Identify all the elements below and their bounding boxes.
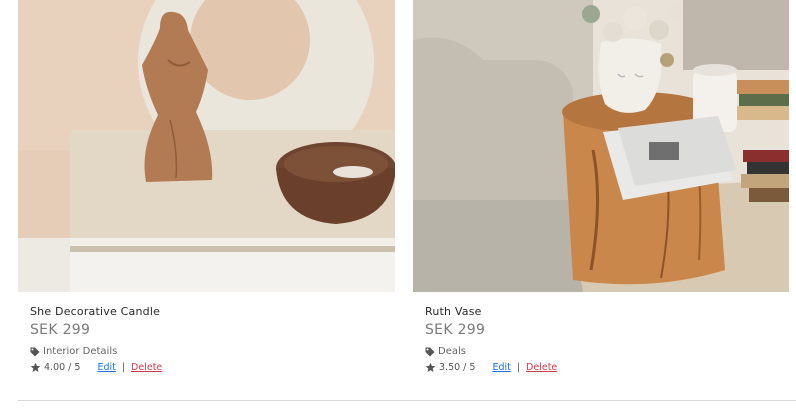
rating-value: 3.50 / 5 xyxy=(439,362,476,373)
category-label[interactable]: Interior Details xyxy=(43,346,117,357)
category-label[interactable]: Deals xyxy=(438,346,466,357)
tag-icon xyxy=(30,347,40,357)
edit-link[interactable]: Edit xyxy=(97,362,115,373)
link-separator: | xyxy=(121,362,126,373)
tag-icon xyxy=(425,347,435,357)
divider xyxy=(18,400,796,401)
delete-link[interactable]: Delete xyxy=(526,362,557,373)
product-card: She Decorative Candle SEK 299 Interior D… xyxy=(18,0,395,400)
edit-link[interactable]: Edit xyxy=(492,362,510,373)
star-icon xyxy=(425,362,436,373)
link-separator: | xyxy=(516,362,521,373)
product-price: SEK 299 xyxy=(425,322,486,338)
candle-photo xyxy=(18,0,395,292)
product-category: Deals xyxy=(425,346,789,357)
product-actions: 3.50 / 5 Edit | Delete xyxy=(425,362,789,373)
rating-value: 4.00 / 5 xyxy=(44,362,81,373)
product-card: Ruth Vase SEK 299 Deals 3.50 / 5 Edit | … xyxy=(413,0,789,400)
vase-photo xyxy=(413,0,789,292)
product-image[interactable] xyxy=(18,0,395,292)
product-price: SEK 299 xyxy=(30,322,91,338)
product-actions: 4.00 / 5 Edit | Delete xyxy=(30,362,395,373)
product-image[interactable] xyxy=(413,0,789,292)
star-icon xyxy=(30,362,41,373)
product-title[interactable]: Ruth Vase xyxy=(425,305,789,318)
delete-link[interactable]: Delete xyxy=(131,362,162,373)
product-title[interactable]: She Decorative Candle xyxy=(30,305,395,318)
product-category: Interior Details xyxy=(30,346,395,357)
